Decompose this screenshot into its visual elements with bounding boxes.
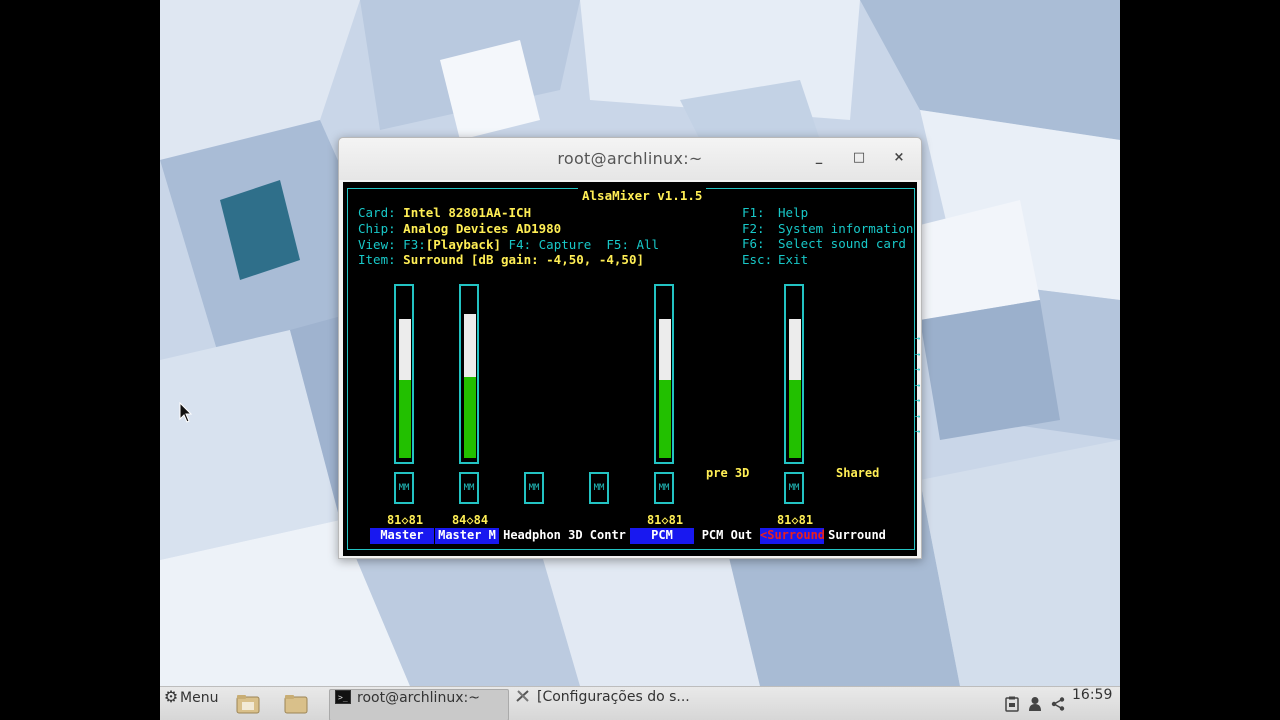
task-label: [Configurações do s... — [537, 689, 690, 705]
view-capture[interactable]: F4: Capture — [509, 237, 592, 252]
key-f6-action: Select sound card — [778, 236, 906, 251]
chip-label: Chip: — [358, 220, 396, 236]
mixer-info: Card: Intel 82801AA-ICH Chip: Analog Dev… — [358, 205, 659, 268]
close-button[interactable]: × — [891, 150, 907, 166]
maximize-button[interactable]: □ — [851, 150, 867, 166]
folder-icon[interactable] — [284, 694, 308, 714]
view-f3: F3: — [403, 236, 426, 252]
channel-name[interactable]: PCM Out — [695, 528, 759, 544]
taskbar: ⚙ Menu >_ root@archlinux:~ [Configurações … — [160, 686, 1120, 720]
key-f2-action: System information — [778, 220, 914, 236]
scroll-arrow-icon: → — [915, 396, 921, 406]
mute-toggle[interactable]: MM — [654, 472, 674, 504]
channel-name[interactable]: Headphon — [500, 528, 564, 544]
scroll-arrow-icon: → — [915, 349, 921, 360]
chip-value: Analog Devices AD1980 — [403, 220, 562, 236]
key-f6: F6: — [742, 236, 765, 251]
channel-surround[interactable]: Shared Surround — [825, 284, 895, 546]
item-value: Surround [dB gain: -4,50, -4,50] — [403, 252, 644, 268]
volume-bar[interactable] — [394, 284, 414, 464]
channel-pcm-out[interactable]: pre 3D PCM Out — [695, 284, 765, 546]
minimize-button[interactable]: _ — [811, 150, 827, 166]
mute-toggle[interactable]: MM — [589, 472, 609, 504]
mute-toggle[interactable]: MM — [784, 472, 804, 504]
key-help: F1: Help F2: System information F6: Select … — [742, 205, 913, 267]
alsamixer-title: AlsaMixer v1.1.5 — [578, 188, 707, 203]
clipboard-icon[interactable] — [1005, 696, 1019, 712]
scroll-indicator: → → → → → → → — [915, 332, 920, 441]
channel-pcm[interactable]: MM 81◇81 PCM — [630, 284, 700, 546]
volume-fill-top — [399, 318, 411, 380]
channel-master[interactable]: MM 81◇81 Master — [370, 284, 440, 546]
terminal-window[interactable]: root@archlinux:~ _ □ × AlsaMixer v1.1.5 … — [338, 137, 922, 559]
channel-name[interactable]: <Surround> — [760, 528, 824, 544]
volume-values: 81◇81 — [386, 513, 424, 527]
volume-values: 81◇81 — [776, 513, 814, 527]
user-icon[interactable] — [1028, 696, 1042, 712]
window-titlebar[interactable]: root@archlinux:~ _ □ × — [339, 138, 921, 180]
tools-icon — [516, 690, 529, 702]
mute-toggle[interactable]: MM — [459, 472, 479, 504]
volume-fill-green — [789, 379, 801, 458]
scroll-arrow-icon: → — [915, 380, 921, 391]
alsamixer-frame: AlsaMixer v1.1.5 Card: Intel 82801AA-ICH… — [347, 188, 920, 550]
volume-fill-top — [659, 318, 671, 380]
file-manager-icon[interactable] — [236, 694, 260, 714]
channel-headphone[interactable]: MM Headphon — [500, 284, 570, 546]
view-label: View: — [358, 236, 396, 252]
window-title: root@archlinux:~ — [557, 149, 703, 168]
pcm-out-mode[interactable]: pre 3D — [706, 466, 749, 480]
gear-icon: ⚙ — [163, 687, 179, 706]
channel-name[interactable]: PCM — [630, 528, 694, 544]
channel-name[interactable]: Master M — [435, 528, 499, 544]
card-label: Card: — [358, 205, 396, 220]
channel-surround-selected[interactable]: MM 81◇81 <Surround> — [760, 284, 830, 546]
volume-bar[interactable] — [459, 284, 479, 464]
mouse-cursor-icon — [179, 402, 193, 423]
volume-fill-green — [659, 379, 671, 458]
volume-values: 84◇84 — [451, 513, 489, 527]
channel-3d-control[interactable]: MM 3D Contr — [565, 284, 635, 546]
svg-text:>_: >_ — [338, 693, 348, 702]
clock[interactable]: 16:59 — [1072, 687, 1112, 720]
surround-mode[interactable]: Shared — [836, 466, 879, 480]
volume-fill-top — [789, 318, 801, 380]
mute-toggle[interactable]: MM — [524, 472, 544, 504]
key-esc-action: Exit — [778, 251, 809, 267]
network-icon[interactable] — [1050, 696, 1066, 712]
volume-values: 81◇81 — [646, 513, 684, 527]
scroll-arrow-icon: → — [915, 365, 921, 375]
scroll-arrow-icon: → — [915, 411, 921, 422]
key-f1-action: Help — [778, 205, 809, 220]
volume-bar[interactable] — [654, 284, 674, 464]
channel-name[interactable]: Master — [370, 528, 434, 544]
menu-label: Menu — [180, 690, 219, 706]
channel-name[interactable]: Surround — [825, 528, 889, 544]
volume-fill-green — [464, 377, 476, 458]
volume-fill-green — [399, 379, 411, 458]
item-label: Item: — [358, 252, 396, 268]
terminal-icon: >_ — [335, 690, 351, 704]
menu-button[interactable]: ⚙ Menu — [162, 687, 219, 720]
terminal-area[interactable]: AlsaMixer v1.1.5 Card: Intel 82801AA-ICH… — [343, 182, 920, 556]
scroll-arrow-icon: → — [915, 427, 921, 437]
desktop: root@archlinux:~ _ □ × AlsaMixer v1.1.5 … — [160, 0, 1120, 720]
mute-toggle[interactable]: MM — [394, 472, 414, 504]
key-f2: F2: — [742, 220, 765, 236]
key-f1: F1: — [742, 205, 765, 220]
key-esc: Esc: — [742, 251, 773, 267]
view-all[interactable]: F5: All — [606, 237, 659, 252]
card-value: Intel 82801AA-ICH — [403, 205, 532, 220]
scroll-arrow-icon: → — [915, 334, 921, 344]
task-label: root@archlinux:~ — [357, 690, 480, 706]
volume-bar[interactable] — [784, 284, 804, 464]
view-playback[interactable]: [Playback] — [426, 237, 501, 252]
channel-name[interactable]: 3D Contr — [565, 528, 629, 544]
task-terminal[interactable]: >_ root@archlinux:~ — [329, 689, 509, 720]
task-settings[interactable]: [Configurações do s... — [510, 689, 692, 719]
channel-master-mono[interactable]: MM 84◇84 Master M — [435, 284, 505, 546]
volume-fill-top — [464, 313, 476, 378]
